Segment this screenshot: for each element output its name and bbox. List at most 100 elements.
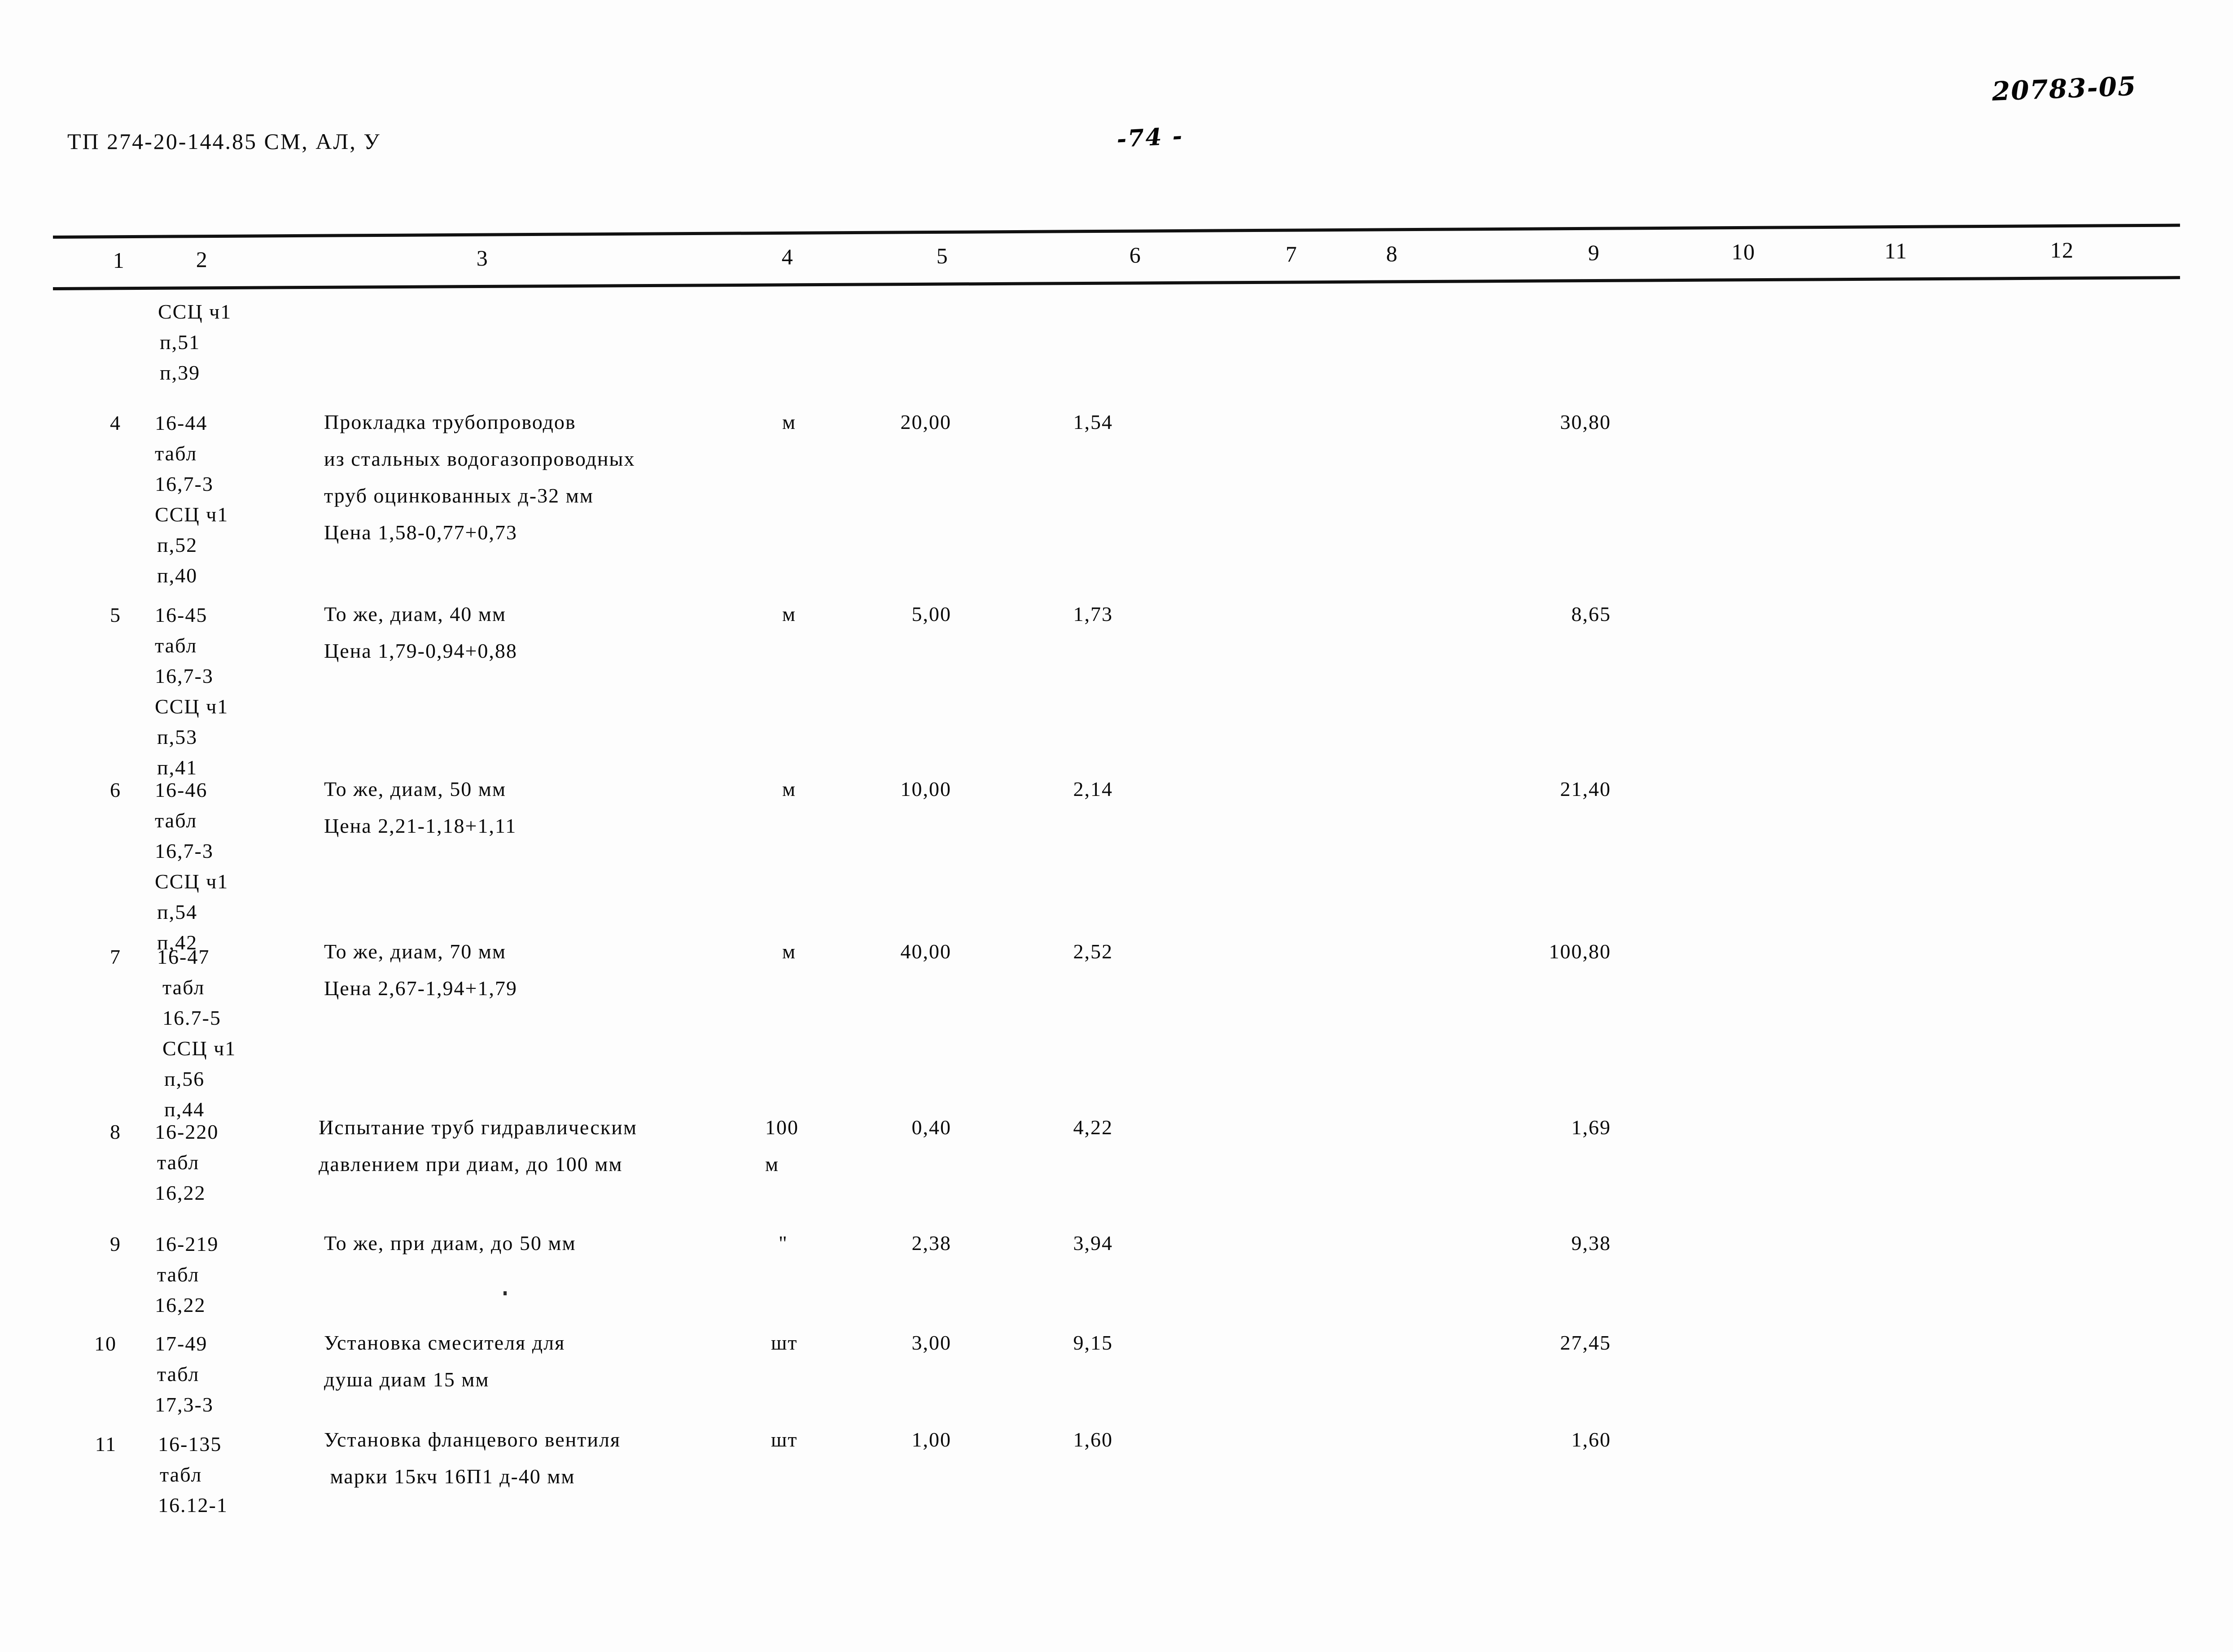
row-price: 1,54 [1073,411,1113,433]
row-description-line: Установка смесителя для [324,1331,565,1354]
column-header-6: 6 [1129,242,1142,267]
row-quantity: 40,00 [900,940,951,963]
row-unit: м [782,940,797,963]
row-index: 9 [110,1232,121,1255]
page-number: -74 - [1116,122,1184,153]
row-unit: 100 [765,1116,799,1139]
row-description-line: То же, диам, 40 мм [324,603,506,625]
row-unit: м [782,603,797,625]
row-total: 1,60 [1571,1428,1611,1451]
row-code-line: 17-49 [155,1332,208,1355]
row-index: 7 [110,945,121,968]
column-header-11: 11 [1884,238,1908,263]
row-total: 100,80 [1549,940,1611,963]
row-code-line: ССЦ ч1 [155,870,229,893]
row-unit: шт [771,1428,798,1451]
row-code-line: 16,7-3 [155,839,214,862]
row-total: 21,40 [1560,778,1611,800]
column-header-12: 12 [2050,237,2074,262]
row-code-line: 16-47 [157,945,210,968]
row-code-line: табл [160,1463,202,1486]
preamble-line-2: п,51 [160,331,201,354]
row-code-line: 16-220 [155,1120,219,1143]
row-code-line: 16,22 [155,1294,206,1316]
row-quantity: 1,00 [911,1428,951,1451]
row-description-line: марки 15кч 16П1 д-40 мм [324,1465,575,1488]
row-quantity: 5,00 [911,603,951,625]
row-code-line: табл [155,634,197,657]
row-quantity: 2,38 [911,1232,951,1254]
row-index: 10 [94,1332,117,1355]
row-price: 2,14 [1073,778,1113,800]
row-code-line: 16,22 [155,1181,206,1204]
row-code-line: п,44 [164,1098,205,1121]
column-header-2: 2 [196,247,208,272]
row-price: 1,73 [1073,603,1113,625]
row-code-line: табл [155,809,197,832]
row-quantity: 0,40 [911,1116,951,1139]
row-unit: " [779,1232,788,1254]
row-code-line: п,40 [157,564,198,587]
row-description-line: Цена 2,67-1,94+1,79 [324,977,517,1000]
row-code-line: 16.12-1 [158,1494,228,1517]
row-price: 9,15 [1073,1331,1113,1354]
row-description-line: То же, диам, 50 мм [324,778,506,800]
document-page: ТП 274-20-144.85 СМ, АЛ, У -74 - 20783-0… [0,0,2233,1652]
column-header-9: 9 [1588,240,1600,265]
row-code-line: п,56 [164,1067,205,1090]
row-price: 1,60 [1073,1428,1113,1451]
row-unit: м [782,778,797,800]
row-code-line: ССЦ ч1 [155,695,229,718]
row-quantity: 3,00 [911,1331,951,1354]
row-code-line: ССЦ ч1 [155,503,229,526]
row-index: 5 [110,603,121,626]
preamble-line-3: п,39 [160,361,201,384]
row-code-line: табл [162,976,205,999]
row-quantity: 20,00 [900,411,951,433]
row-unit: шт [771,1331,798,1354]
row-code-line: 16,7-3 [155,472,214,495]
row-price: 4,22 [1073,1116,1113,1139]
column-header-1: 1 [113,248,125,273]
column-header-8: 8 [1386,241,1398,266]
row-unit: м [782,411,797,433]
row-index: 4 [110,411,121,434]
row-description-line: душа диам 15 мм [324,1368,490,1391]
row-total: 9,38 [1571,1232,1611,1254]
column-header-3: 3 [476,245,489,271]
row-description-line: Установка фланцевого вентиля [324,1428,621,1451]
row-total: 1,69 [1571,1116,1611,1139]
row-description-line: Цена 1,79-0,94+0,88 [324,639,517,662]
row-total: 30,80 [1560,411,1611,433]
row-code-line: п,53 [157,725,198,748]
row-unit: м [765,1153,779,1176]
row-quantity: 10,00 [900,778,951,800]
row-code-line: п,41 [157,756,198,779]
column-header-5: 5 [936,243,949,268]
row-code-line: п,54 [157,900,198,923]
row-code-line: 16-44 [155,411,208,434]
row-code-line: 17,3-3 [155,1393,214,1416]
row-description-line: труб оцинкованных д-32 мм [324,484,594,507]
row-code-line: 16.7-5 [162,1006,221,1029]
row-description-line: Испытание труб гидравлическим [319,1116,637,1139]
row-description-line: из стальных водогазопроводных [324,447,635,470]
row-code-line: 16-45 [155,603,208,626]
row-index: 8 [110,1120,121,1143]
row-description-line: Цена 1,58-0,77+0,73 [324,521,517,544]
table-rule-bottom [53,276,2180,290]
column-header-7: 7 [1285,241,1298,267]
row-code-line: 16-46 [155,778,208,801]
row-description-line: Прокладка трубопроводов [324,411,576,433]
row-price: 2,52 [1073,940,1113,963]
row-total: 27,45 [1560,1331,1611,1354]
row-price: 3,94 [1073,1232,1113,1254]
document-code: ТП 274-20-144.85 СМ, АЛ, У [67,129,381,154]
row-code-line: п,52 [157,533,198,556]
row-code-line: 16-219 [155,1232,219,1255]
row-description-line: Цена 2,21-1,18+1,11 [324,814,517,837]
row-code-line: 16,7-3 [155,664,214,687]
column-header-10: 10 [1731,239,1756,264]
row-index: 11 [95,1433,117,1455]
table-rule-top [53,223,2180,239]
